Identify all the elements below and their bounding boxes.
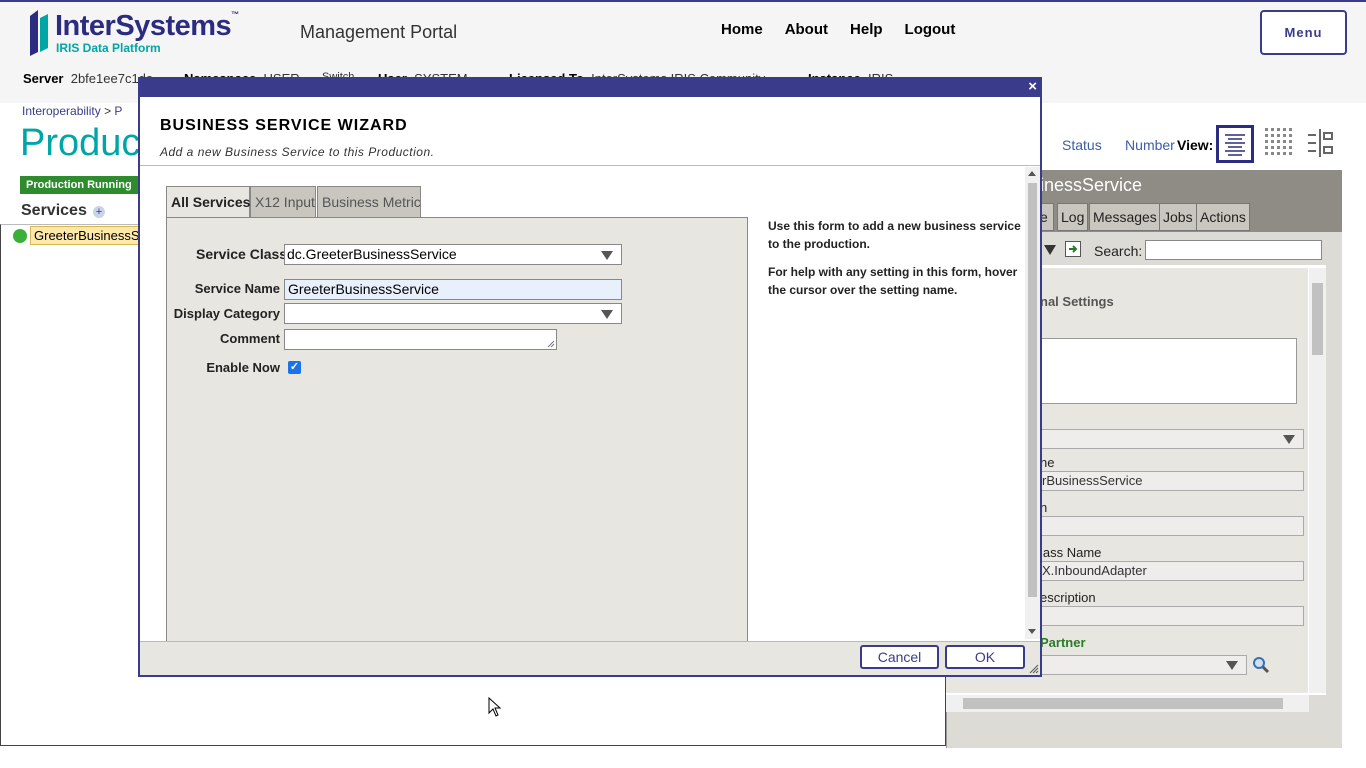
service-status-dot-icon: [13, 229, 27, 243]
help-text-1: Use this form to add a new business serv…: [768, 219, 1021, 251]
resize-grip-icon[interactable]: [547, 340, 555, 348]
cancel-button[interactable]: Cancel: [860, 645, 939, 669]
breadcrumb-production[interactable]: P: [114, 104, 122, 118]
setting-class-field[interactable]: X.InboundAdapter: [1040, 561, 1304, 581]
view-status-link[interactable]: Status: [1062, 137, 1102, 153]
setting-field-2[interactable]: [1040, 516, 1304, 536]
setting-label-name: ne: [1040, 455, 1055, 470]
nav-logout-link[interactable]: Logout: [905, 21, 956, 38]
logo-subtitle: IRIS Data Platform: [56, 41, 161, 55]
nav-home-link[interactable]: Home: [721, 21, 763, 38]
mouse-cursor-icon: [488, 697, 502, 717]
tab-messages[interactable]: Messages: [1089, 203, 1161, 231]
magnifier-icon[interactable]: [1251, 655, 1271, 680]
expand-arrow-icon[interactable]: [1044, 245, 1056, 255]
setting-desc-field[interactable]: [1040, 606, 1304, 626]
service-class-value: dc.GreeterBusinessService: [287, 246, 457, 262]
menu-button[interactable]: Menu: [1260, 10, 1347, 55]
nav-help-link[interactable]: Help: [850, 21, 883, 38]
tab-jobs[interactable]: Jobs: [1159, 203, 1197, 231]
comment-textarea[interactable]: [284, 329, 557, 350]
dialog-vertical-thumb[interactable]: [1028, 183, 1037, 597]
view-split-icon[interactable]: [1302, 125, 1340, 163]
intersystems-logo[interactable]: InterSystems™ IRIS Data Platform: [28, 8, 248, 58]
enable-now-checkbox[interactable]: ✓: [288, 361, 301, 374]
display-category-select[interactable]: [284, 303, 622, 324]
status-badge: Production Running: [20, 176, 138, 194]
chevron-down-icon: [601, 251, 613, 260]
settings-panel-title: inessService: [1040, 175, 1143, 195]
ok-button[interactable]: OK: [945, 645, 1025, 669]
chevron-down-icon: [1226, 661, 1238, 670]
settings-select[interactable]: [1040, 429, 1304, 449]
comment-label: Comment: [220, 331, 280, 346]
settings-horizontal-thumb[interactable]: [963, 698, 1283, 709]
breadcrumb: Interoperability > P: [22, 104, 122, 118]
dialog-resize-grip-icon[interactable]: [1029, 664, 1039, 674]
logo-name: InterSystems™: [55, 10, 239, 42]
service-name-input[interactable]: GreeterBusinessService: [284, 279, 622, 300]
setting-label-desc: escription: [1040, 590, 1096, 605]
setting-label-partner: Partner: [1040, 635, 1086, 650]
divider: [140, 165, 1040, 166]
breadcrumb-interoperability[interactable]: Interoperability: [22, 104, 101, 118]
tab-log[interactable]: Log: [1057, 203, 1089, 231]
settings-vertical-thumb[interactable]: [1312, 283, 1323, 355]
tab-all-services[interactable]: All Services: [166, 186, 250, 219]
tab-actions[interactable]: Actions: [1196, 203, 1250, 231]
dialog-titlebar[interactable]: ×: [140, 78, 1040, 97]
partner-select[interactable]: [1040, 655, 1247, 675]
business-service-wizard-dialog: × BUSINESS SERVICE WIZARD Add a new Busi…: [138, 77, 1042, 677]
service-name-label: Service Name: [194, 281, 280, 296]
chevron-down-icon: [601, 310, 613, 319]
display-category-label: Display Category: [173, 306, 280, 321]
tab-business-metric[interactable]: Business Metric: [317, 186, 421, 218]
top-accent-line: [0, 0, 1366, 2]
portal-title: Management Portal: [300, 22, 458, 42]
service-class-label: Service Class: [196, 246, 288, 262]
settings-section-header: nal Settings: [1040, 294, 1114, 309]
management-portal-page: InterSystems™ IRIS Data Platform Managem…: [0, 0, 1366, 768]
scroll-up-icon[interactable]: [1028, 171, 1036, 176]
nav-about-link[interactable]: About: [785, 21, 828, 38]
server-info: Server 2bfe1ee7c1de: [23, 71, 154, 86]
view-grid-icon[interactable]: [1262, 125, 1300, 163]
wizard-subtitle: Add a new Business Service to this Produ…: [160, 145, 435, 159]
setting-name-field[interactable]: rBusinessService: [1040, 471, 1304, 491]
page-title: Product: [20, 122, 151, 164]
help-text-2: For help with any setting in this form, …: [768, 265, 1018, 297]
close-icon[interactable]: ×: [1028, 78, 1037, 95]
enable-now-label: Enable Now: [206, 360, 280, 375]
add-service-icon[interactable]: +: [93, 206, 105, 218]
search-label: Search:: [1094, 243, 1143, 259]
view-label: View:: [1177, 137, 1214, 153]
top-nav: Home About Help Logout: [721, 21, 955, 38]
tab-x12-input[interactable]: X12 Input: [250, 186, 316, 218]
search-input[interactable]: [1145, 240, 1322, 260]
service-class-select[interactable]: dc.GreeterBusinessService: [284, 244, 622, 265]
logo-mark-icon: [30, 10, 48, 56]
wizard-title: BUSINESS SERVICE WIZARD: [160, 117, 408, 134]
export-icon[interactable]: [1065, 241, 1081, 257]
view-number-link[interactable]: Number: [1125, 137, 1175, 153]
view-list-icon[interactable]: [1216, 125, 1254, 163]
services-header: Services: [21, 202, 87, 219]
view-options: Status Number: [1062, 137, 1175, 153]
breadcrumb-separator: >: [104, 104, 112, 118]
service-item[interactable]: GreeterBusinessService: [30, 226, 140, 245]
settings-textarea[interactable]: [1040, 338, 1297, 404]
setting-label-class: lass Name: [1040, 545, 1102, 560]
scroll-down-icon[interactable]: [1028, 629, 1036, 634]
chevron-down-icon: [1283, 435, 1295, 444]
